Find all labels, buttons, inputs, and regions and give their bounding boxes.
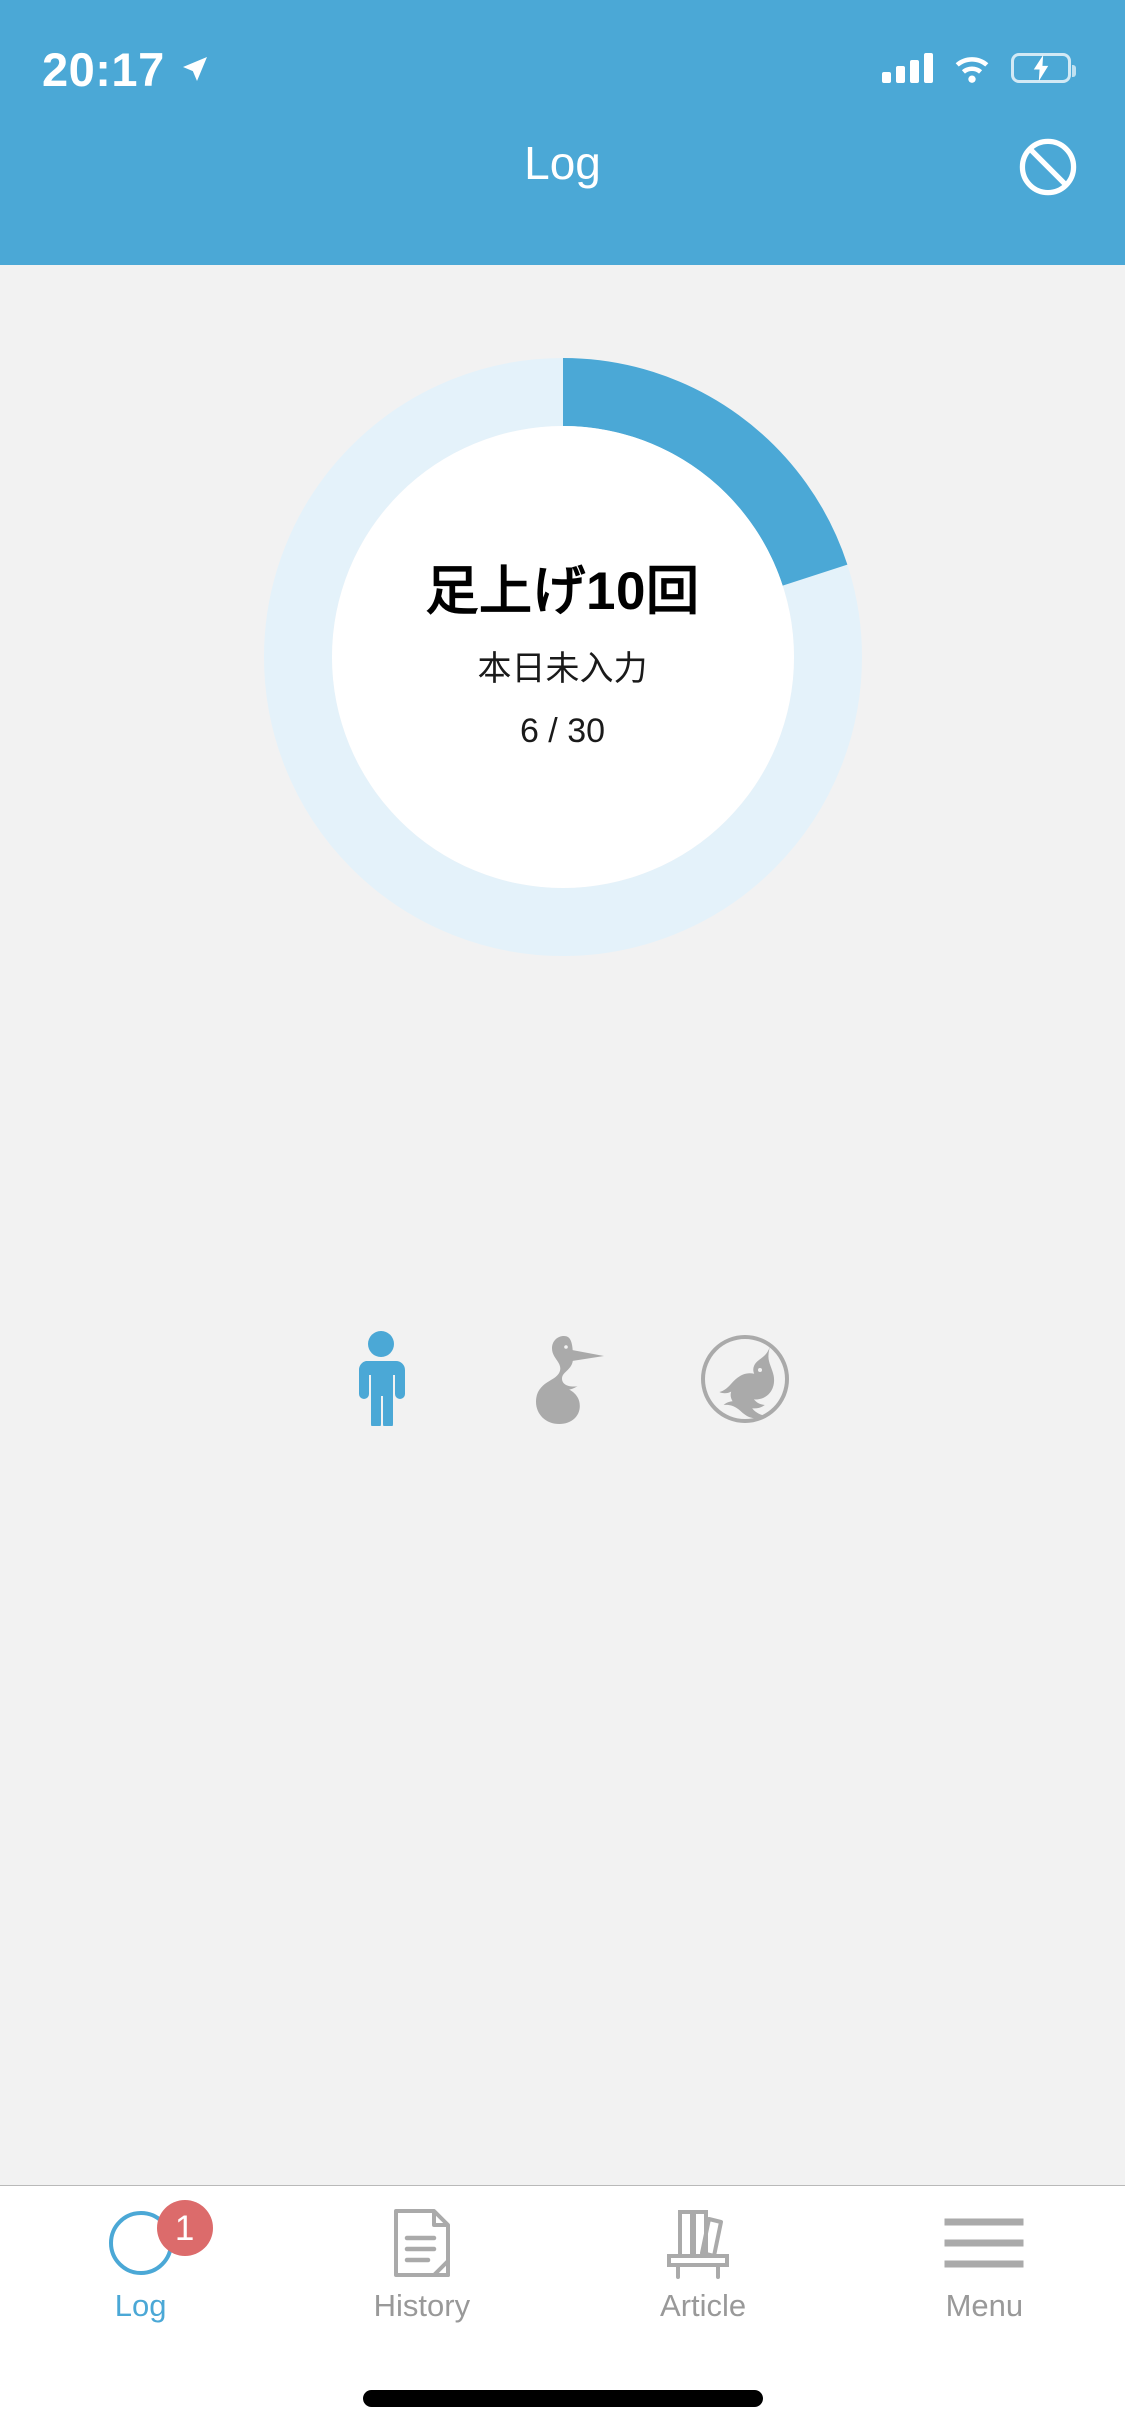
- tab-article-icon-wrap: [661, 2204, 745, 2282]
- charging-bolt-icon: [1033, 55, 1049, 81]
- document-page-icon: [393, 2209, 450, 2277]
- prohibited-circle-icon: [1019, 138, 1077, 196]
- app-root: 20:17 Log 足上げ10回 本日未入力 6 / 30 1 Log Hist…: [0, 0, 1125, 2436]
- home-indicator-area: [0, 2368, 1125, 2436]
- tab-history-label: History: [373, 2288, 471, 2323]
- wolf-howling-circle-icon: [700, 1335, 789, 1423]
- tab-article-label: Article: [660, 2288, 747, 2323]
- hamburger-menu-icon: [944, 2218, 1024, 2268]
- cellular-signal-icon: [882, 53, 933, 83]
- tab-bar: 1 Log History Article Menu: [0, 2185, 1125, 2368]
- tab-article[interactable]: Article: [563, 2204, 844, 2321]
- battery-charging-icon: [1011, 53, 1076, 83]
- home-indicator[interactable]: [362, 2390, 763, 2407]
- achievement-bird[interactable]: [507, 1330, 619, 1426]
- tab-history[interactable]: History: [281, 2204, 562, 2321]
- person-standing-icon: [358, 1331, 405, 1426]
- navigation-bar: Log: [0, 132, 1125, 265]
- tab-log-icon-wrap: 1: [106, 2200, 213, 2282]
- disable-button[interactable]: [1011, 130, 1085, 204]
- achievement-wolf[interactable]: [689, 1330, 801, 1426]
- progress-ring-svg: [263, 358, 862, 956]
- tab-menu-icon-wrap: [942, 2204, 1026, 2282]
- achievement-icons-row: [0, 1330, 1125, 1426]
- bird-pelican-icon: [535, 1336, 604, 1424]
- tab-log-badge: 1: [156, 2200, 213, 2256]
- page-title: Log: [524, 137, 601, 189]
- tab-log[interactable]: 1 Log: [0, 2200, 281, 2323]
- bookshelf-icon: [667, 2210, 730, 2279]
- tab-history-icon-wrap: [388, 2204, 456, 2282]
- header: 20:17 Log: [0, 0, 1125, 265]
- status-time: 20:17: [42, 42, 165, 96]
- progress-ring[interactable]: 足上げ10回 本日未入力 6 / 30: [263, 357, 863, 957]
- tab-log-label: Log: [114, 2288, 167, 2323]
- location-arrow-icon: [182, 57, 207, 81]
- status-bar-left: 20:17: [42, 40, 211, 93]
- tab-menu[interactable]: Menu: [844, 2204, 1125, 2321]
- status-bar: 20:17: [0, 0, 1125, 132]
- achievement-person[interactable]: [325, 1330, 437, 1426]
- wifi-icon: [955, 57, 989, 83]
- main-content: 足上げ10回 本日未入力 6 / 30: [0, 265, 1125, 2185]
- tab-menu-label: Menu: [945, 2288, 1024, 2323]
- status-bar-right: [882, 48, 1076, 84]
- progress-ring-inner-disc: [331, 426, 794, 888]
